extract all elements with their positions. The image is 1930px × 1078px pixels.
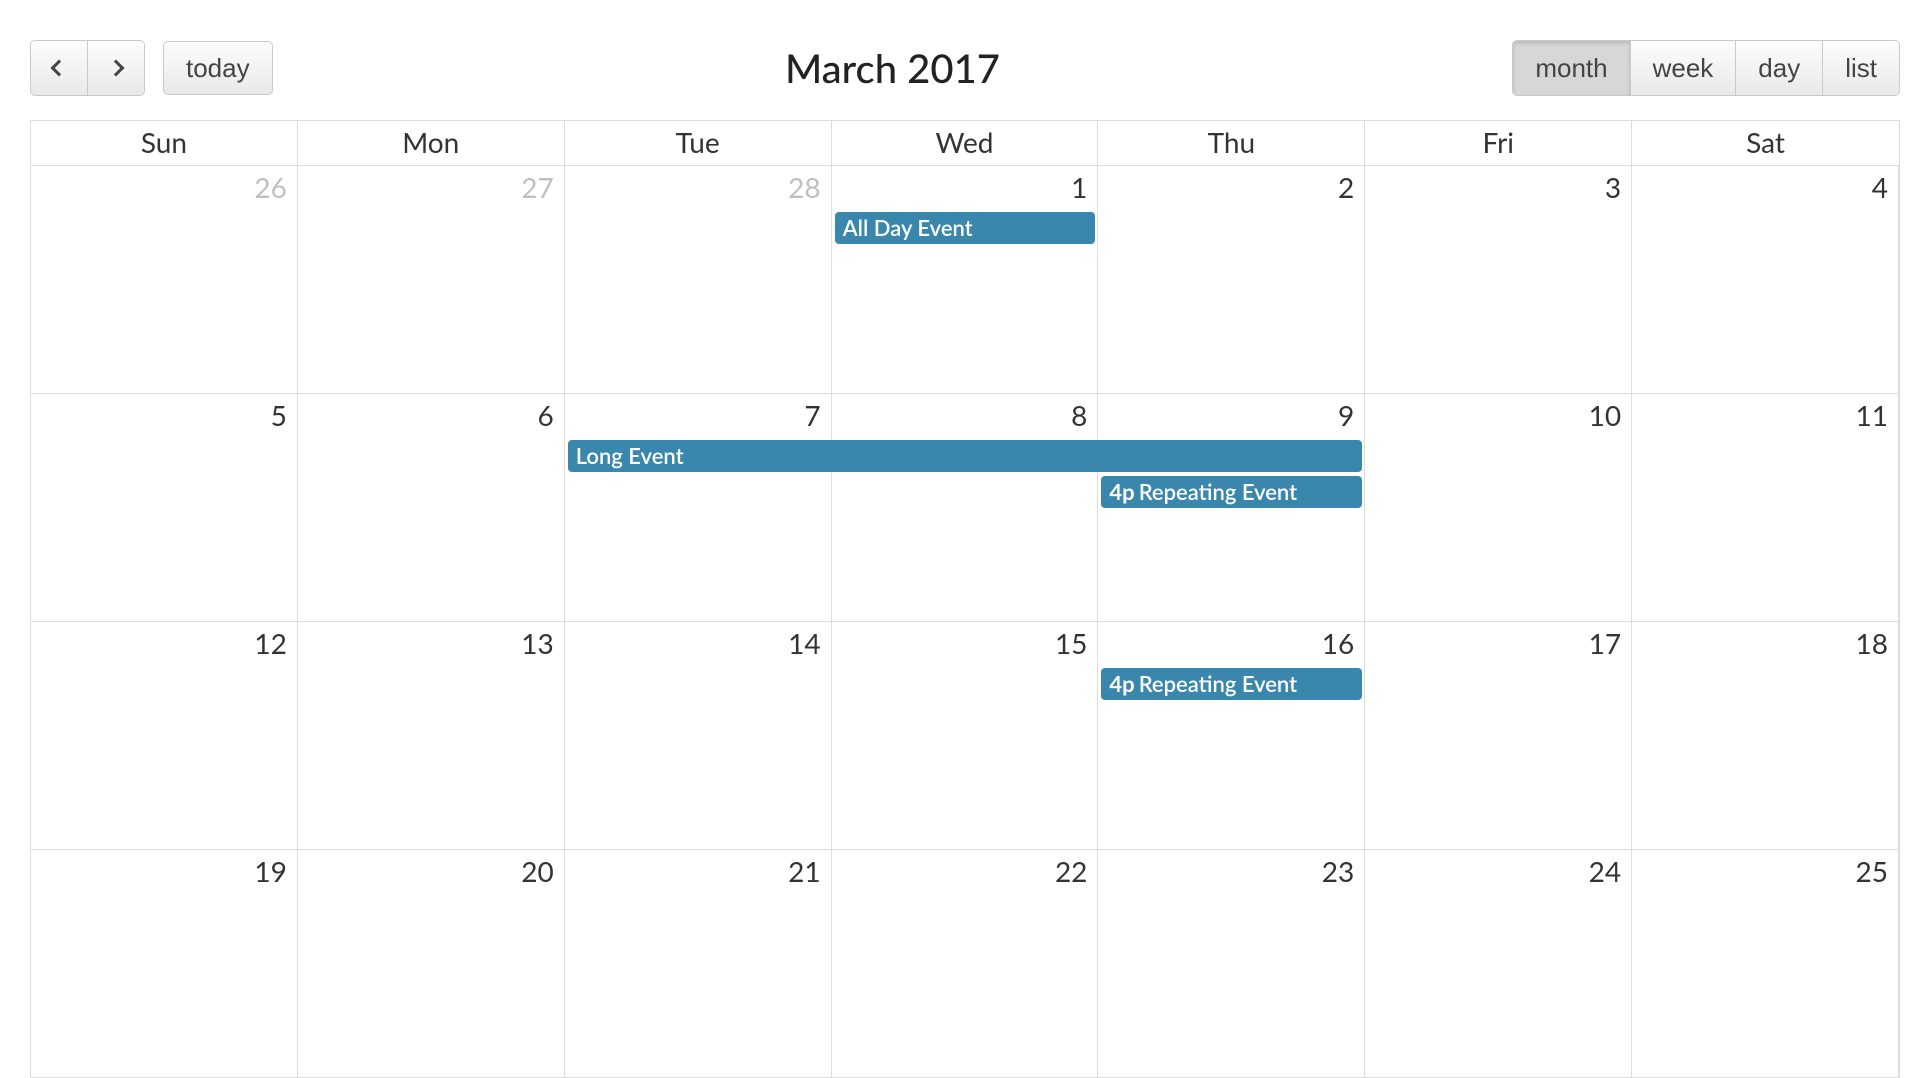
day-number: 5	[271, 398, 287, 432]
calendar-day-cell[interactable]: 20	[298, 850, 565, 1077]
view-month-button[interactable]: month	[1513, 41, 1629, 95]
calendar-day-cell[interactable]: 7	[565, 394, 832, 621]
calendar-day-cell[interactable]: 1	[832, 166, 1099, 393]
prev-button[interactable]	[31, 41, 87, 95]
calendar-day-cell[interactable]: 6	[298, 394, 565, 621]
calendar-day-cell[interactable]: 13	[298, 622, 565, 849]
chevron-left-icon	[51, 60, 68, 77]
view-button-group: month week day list	[1512, 40, 1900, 96]
calendar-day-cell[interactable]: 10	[1365, 394, 1632, 621]
day-header: Wed	[832, 121, 1099, 166]
day-number: 15	[1055, 626, 1087, 660]
view-day-button[interactable]: day	[1735, 41, 1822, 95]
day-number: 19	[254, 854, 286, 888]
calendar-day-cell[interactable]: 27	[298, 166, 565, 393]
view-week-button[interactable]: week	[1630, 41, 1736, 95]
day-number: 20	[521, 854, 553, 888]
calendar-day-cell[interactable]: 4	[1632, 166, 1899, 393]
day-number: 28	[788, 170, 820, 204]
day-number: 23	[1322, 854, 1354, 888]
event-title: All Day Event	[843, 214, 973, 241]
event-time: 4p	[1109, 478, 1134, 505]
day-number: 9	[1338, 398, 1354, 432]
calendar-day-cell[interactable]: 21	[565, 850, 832, 1077]
day-number: 18	[1856, 626, 1888, 660]
day-number: 4	[1872, 170, 1888, 204]
day-number: 21	[788, 854, 820, 888]
day-number: 24	[1589, 854, 1621, 888]
day-number: 6	[537, 398, 553, 432]
calendar-day-cell[interactable]: 28	[565, 166, 832, 393]
day-number: 11	[1856, 398, 1888, 432]
calendar-day-cell[interactable]: 5	[31, 394, 298, 621]
next-button[interactable]	[87, 41, 144, 95]
calendar-title: March 2017	[785, 44, 1000, 92]
day-header: Sat	[1632, 121, 1899, 166]
day-number: 22	[1055, 854, 1087, 888]
day-number: 2	[1338, 170, 1354, 204]
calendar-day-cell[interactable]: 11	[1632, 394, 1899, 621]
day-header-row: SunMonTueWedThuFriSat	[31, 121, 1899, 166]
event-time: 4p	[1109, 670, 1134, 697]
calendar-day-cell[interactable]: 2	[1098, 166, 1365, 393]
event-title: Repeating Event	[1139, 670, 1297, 697]
calendar-day-cell[interactable]: 26	[31, 166, 298, 393]
calendar-week-row: 12 13 14 15 16 17 18 4pRepeating Event	[31, 622, 1899, 850]
event-title: Long Event	[576, 442, 684, 469]
calendar-day-cell[interactable]: 3	[1365, 166, 1632, 393]
view-list-button[interactable]: list	[1822, 41, 1899, 95]
calendar-day-cell[interactable]: 18	[1632, 622, 1899, 849]
calendar-week-row: 5 6 7 8 9 10 11 Long Event 4pRepeating Event	[31, 394, 1899, 622]
day-number: 26	[254, 170, 286, 204]
calendar-event[interactable]: All Day Event	[835, 212, 1096, 244]
day-number: 3	[1605, 170, 1621, 204]
day-number: 14	[788, 626, 820, 660]
calendar-day-cell[interactable]: 25	[1632, 850, 1899, 1077]
day-number: 8	[1071, 398, 1087, 432]
calendar-day-cell[interactable]: 15	[832, 622, 1099, 849]
calendar-event[interactable]: Long Event	[568, 440, 1363, 472]
calendar-event[interactable]: 4pRepeating Event	[1101, 668, 1362, 700]
calendar-day-cell[interactable]: 8	[832, 394, 1099, 621]
calendar-day-cell[interactable]: 22	[832, 850, 1099, 1077]
calendar-event[interactable]: 4pRepeating Event	[1101, 476, 1362, 508]
calendar-day-cell[interactable]: 19	[31, 850, 298, 1077]
calendar-day-cell[interactable]: 24	[1365, 850, 1632, 1077]
day-header: Sun	[31, 121, 298, 166]
calendar-day-cell[interactable]: 14	[565, 622, 832, 849]
event-title: Repeating Event	[1139, 478, 1297, 505]
day-header: Mon	[298, 121, 565, 166]
calendar-day-cell[interactable]: 17	[1365, 622, 1632, 849]
nav-button-group	[30, 40, 145, 96]
day-number: 1	[1071, 170, 1087, 204]
day-number: 12	[254, 626, 286, 660]
calendar-grid: SunMonTueWedThuFriSat 2627281234All Day …	[30, 120, 1900, 1078]
calendar-day-cell[interactable]: 23	[1098, 850, 1365, 1077]
day-number: 25	[1856, 854, 1888, 888]
calendar-week-row: 26 27 28 1 2 3 4 All Day Event	[31, 166, 1899, 394]
day-number: 17	[1589, 626, 1621, 660]
day-header: Tue	[565, 121, 832, 166]
day-number: 16	[1322, 626, 1354, 660]
chevron-right-icon	[108, 60, 125, 77]
calendar-day-cell[interactable]: 16	[1098, 622, 1365, 849]
today-button[interactable]: today	[163, 41, 273, 95]
calendar-toolbar: today March 2017 month week day list	[30, 40, 1900, 96]
calendar-day-cell[interactable]: 12	[31, 622, 298, 849]
calendar-week-row: 19 20 21 22 23 24 25	[31, 850, 1899, 1078]
day-header: Thu	[1098, 121, 1365, 166]
day-number: 7	[804, 398, 820, 432]
day-header: Fri	[1365, 121, 1632, 166]
day-number: 27	[521, 170, 553, 204]
day-number: 13	[521, 626, 553, 660]
day-number: 10	[1589, 398, 1621, 432]
